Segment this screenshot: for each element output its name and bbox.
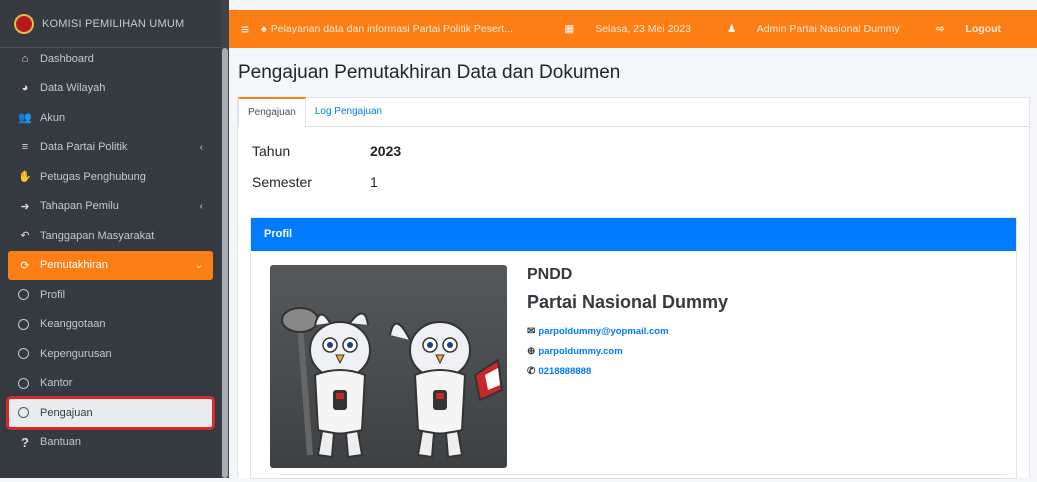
sidebar-subitem-pengajuan[interactable]: Pengajuan (6, 396, 215, 430)
sidebar-item-data-partai-politik[interactable]: ≡ Data Partai Politik ‹ (8, 133, 213, 163)
users-icon: 👥 (18, 112, 32, 125)
logout-button[interactable]: ⇨ Logout (936, 23, 1019, 35)
chevron-left-icon: ‹ (199, 200, 203, 212)
sidebar-item-label: Keanggotaan (40, 318, 106, 331)
profil-table-edge (280, 474, 1007, 482)
sign-in-icon: ➜ (20, 200, 30, 213)
date-display: ▦ Selasa, 23 Mei 2023 (564, 23, 709, 35)
home-icon: ⌂ (21, 52, 29, 65)
globe-icon: ⊕ (527, 346, 536, 357)
reply-icon: ↶ (20, 230, 30, 243)
circle-icon (18, 407, 29, 419)
sidebar-item-tahapan-pemilu[interactable]: ➜ Tahapan Pemilu ‹ (8, 192, 213, 222)
tab-pengajuan[interactable]: Pengajuan (238, 97, 306, 127)
announcement-text: Pelayanan data dan informasi Partai Poli… (270, 23, 513, 35)
globe-icon: ◕ (21, 82, 29, 95)
envelope-icon: ✉ (527, 326, 536, 337)
circle-icon (18, 377, 29, 389)
sidebar-subitem-profil[interactable]: Profil (8, 280, 213, 310)
sidebar-item-data-wilayah[interactable]: ◕ Data Wilayah (8, 74, 213, 104)
sidebar-subitem-kepengurusan[interactable]: Kepengurusan (8, 339, 213, 369)
circle-icon (18, 318, 29, 330)
party-mascot-image (270, 265, 507, 468)
sidebar-item-petugas-penghubung[interactable]: ✋ Petugas Penghubung (8, 162, 213, 192)
menu-toggle-icon[interactable]: ≡ (241, 21, 249, 37)
circle-icon (18, 348, 29, 360)
party-abbreviation: PNDD (527, 266, 573, 283)
sidebar-item-label: Akun (40, 111, 66, 124)
chevron-down-icon: ⌄ (194, 259, 203, 271)
tahun-label: Tahun (252, 143, 291, 159)
database-icon: ≡ (21, 141, 29, 154)
semester-value: 1 (370, 174, 378, 190)
calendar-icon: ▦ (564, 23, 575, 35)
sync-icon: ⟳ (20, 259, 30, 272)
sidebar-item-bantuan[interactable]: ? Bantuan (8, 428, 213, 458)
announcement-marquee: ♠ Pelayanan data dan informasi Partai Pol… (261, 23, 513, 35)
user-name: Admin Partai Nasional Dummy (756, 23, 900, 35)
party-website: parpoldummy.com (538, 346, 623, 357)
semester-row: Semester 1 (252, 174, 378, 190)
sidebar-item-label: Data Partai Politik (40, 141, 128, 154)
profil-info: PNDD Partai Nasional Dummy ✉ parpoldummy@… (527, 266, 728, 377)
sidebar-item-label: Tanggapan Masyarakat (40, 229, 155, 242)
sidebar-item-label: Data Wilayah (40, 82, 106, 95)
circle-icon (18, 289, 29, 301)
sidebar-item-label: Bantuan (40, 436, 81, 449)
sidebar-item-label: Kantor (40, 377, 73, 390)
brand-title: KOMISI PEMILIHAN UMUM (42, 17, 185, 30)
sidebar-item-label: Pengajuan (40, 406, 93, 419)
date-text: Selasa, 23 Mei 2023 (595, 23, 691, 35)
phone-icon: ✆ (527, 366, 536, 377)
sidebar-item-label: Dashboard (40, 52, 94, 65)
sidebar-item-label: Pemutakhiran (40, 259, 108, 272)
profil-card: Profil PNDD Partai Nasional Dummy ✉ parp… (250, 217, 1017, 479)
handshake-icon: ✋ (18, 171, 32, 184)
top-navbar: ≡ ♠ Pelayanan data dan informasi Partai P… (229, 10, 1037, 48)
user-menu[interactable]: ♟ Admin Partai Nasional Dummy (727, 23, 918, 35)
navbar-right: ▦ Selasa, 23 Mei 2023 ♟ Admin Partai Nas… (564, 23, 1037, 35)
bell-icon: ♠ (261, 23, 267, 35)
party-phone: 0218888888 (538, 366, 592, 377)
sign-out-icon: ⇨ (935, 23, 945, 35)
party-website-link[interactable]: ⊕ parpoldummy.com (527, 346, 728, 357)
party-email-link[interactable]: ✉ parpoldummy@yopmail.com (527, 326, 728, 337)
tab-log-pengajuan[interactable]: Log Pengajuan (306, 98, 391, 126)
sidebar-item-label: Tahapan Pemilu (40, 200, 119, 213)
mascot-illustration (281, 307, 504, 459)
sidebar-item-label: Kepengurusan (40, 347, 112, 360)
semester-label: Semester (252, 174, 312, 190)
party-name: Partai Nasional Dummy (527, 292, 729, 312)
profil-card-header: Profil (251, 218, 1016, 251)
sidebar-item-dashboard[interactable]: ⌂ Dashboard (8, 44, 213, 74)
brand[interactable]: KOMISI PEMILIHAN UMUM (0, 0, 229, 48)
tahun-value: 2023 (370, 143, 402, 159)
sidebar-scrollbar-thumb[interactable] (222, 48, 228, 478)
content-card: Pengajuan Log Pengajuan Tahun 2023 Semest… (237, 97, 1030, 479)
sidebar-item-tanggapan-masyarakat[interactable]: ↶ Tanggapan Masyarakat (8, 221, 213, 251)
page-title: Pengajuan Pemutakhiran Data dan Dokumen (238, 62, 621, 83)
chevron-left-icon: ‹ (199, 141, 203, 153)
logout-label: Logout (965, 23, 1001, 35)
kpu-logo-icon (14, 13, 34, 34)
sidebar-subitem-keanggotaan[interactable]: Keanggotaan (8, 310, 213, 340)
party-email: parpoldummy@yopmail.com (538, 326, 669, 337)
sidebar-item-akun[interactable]: 👥 Akun (8, 103, 213, 133)
party-phone-link[interactable]: ✆ 0218888888 (527, 366, 728, 377)
user-icon: ♟ (726, 23, 737, 35)
tab-bar: Pengajuan Log Pengajuan (238, 97, 1029, 127)
sidebar-nav: ⌂ Dashboard ◕ Data Wilayah 👥 Akun ≡ Data Par… (0, 44, 221, 457)
sidebar-item-label: Petugas Penghubung (40, 170, 146, 183)
sidebar-subitem-kantor[interactable]: Kantor (8, 369, 213, 399)
sidebar-item-label: Profil (40, 288, 66, 301)
sidebar: KOMISI PEMILIHAN UMUM ⌂ Dashboard ◕ Data W… (0, 0, 229, 478)
question-icon: ? (21, 434, 29, 450)
tahun-row: Tahun 2023 (252, 143, 401, 159)
sidebar-item-pemutakhiran[interactable]: ⟳ Pemutakhiran ⌄ (8, 250, 213, 280)
